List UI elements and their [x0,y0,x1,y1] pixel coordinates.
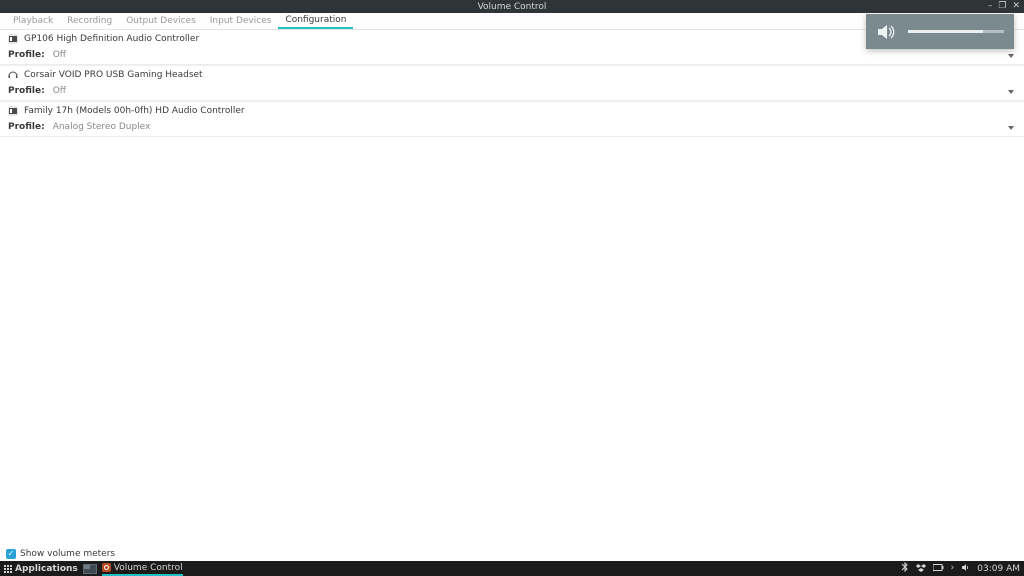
device-name: Family 17h (Models 00h-0fh) HD Audio Con… [24,106,245,116]
tab-playback[interactable]: Playback [6,13,60,29]
chevron-down-icon [1008,126,1014,130]
window-controls: – ❐ ✕ [988,2,1020,11]
window-titlebar: Volume Control – ❐ ✕ [0,0,1024,13]
taskbar: Applications Volume Control › 03:09 AM [0,561,1024,576]
taskbar-window-volume-control[interactable]: Volume Control [102,561,183,576]
tab-label: Playback [13,16,53,26]
clock[interactable]: 03:09 AM [977,564,1020,574]
sound-card-icon [8,106,18,116]
tab-label: Recording [67,16,112,26]
profile-value: Analog Stereo Duplex [53,122,1016,132]
profile-label: Profile: [8,122,45,132]
chevron-down-icon [1008,90,1014,94]
chevron-down-icon [1008,54,1014,58]
volume-osd [866,14,1014,49]
profile-label: Profile: [8,50,45,60]
caret-right-icon[interactable]: › [951,564,955,573]
show-volume-meters-label: Show volume meters [20,549,115,559]
device-name: GP106 High Definition Audio Controller [24,34,199,44]
tab-recording[interactable]: Recording [60,13,119,29]
taskbar-left: Applications Volume Control [4,561,183,576]
tab-label: Output Devices [126,16,196,26]
speaker-icon [876,21,898,43]
close-button[interactable]: ✕ [1012,2,1020,11]
profile-selector[interactable]: Profile: Off [0,47,1024,65]
minimize-button[interactable]: – [988,2,993,11]
applications-label: Applications [15,564,78,574]
tab-label: Input Devices [210,16,272,26]
device-header: Family 17h (Models 00h-0fh) HD Audio Con… [0,101,1024,119]
tab-label: Configuration [285,15,346,25]
taskbar-window-label: Volume Control [114,563,183,573]
volume-tray-icon[interactable] [961,563,970,575]
battery-icon[interactable] [933,564,944,574]
profile-selector[interactable]: Profile: Analog Stereo Duplex [0,119,1024,137]
grid-icon [4,565,12,573]
window-title: Volume Control [478,2,547,12]
workspace-icon [83,564,97,574]
headset-icon [8,70,18,80]
workspace-switcher[interactable] [83,564,97,574]
system-tray: › 03:09 AM [901,562,1020,575]
dropbox-icon[interactable] [916,563,926,575]
tab-input-devices[interactable]: Input Devices [203,13,279,29]
checkbox-icon[interactable]: ✓ [6,549,16,559]
device-name: Corsair VOID PRO USB Gaming Headset [24,70,203,80]
profile-label: Profile: [8,86,45,96]
sound-card-icon [8,34,18,44]
volume-control-icon [102,563,111,572]
profile-value: Off [53,86,1016,96]
tab-configuration[interactable]: Configuration [278,13,353,29]
volume-fill [908,30,983,33]
maximize-button[interactable]: ❐ [998,2,1006,11]
profile-selector[interactable]: Profile: Off [0,83,1024,101]
tab-output-devices[interactable]: Output Devices [119,13,203,29]
device-header: Corsair VOID PRO USB Gaming Headset [0,65,1024,83]
profile-value: Off [53,50,1016,60]
bluetooth-icon[interactable] [901,562,909,575]
show-volume-meters-row[interactable]: ✓ Show volume meters [0,547,1024,561]
applications-menu-button[interactable]: Applications [4,564,78,574]
volume-slider[interactable] [908,30,1004,33]
